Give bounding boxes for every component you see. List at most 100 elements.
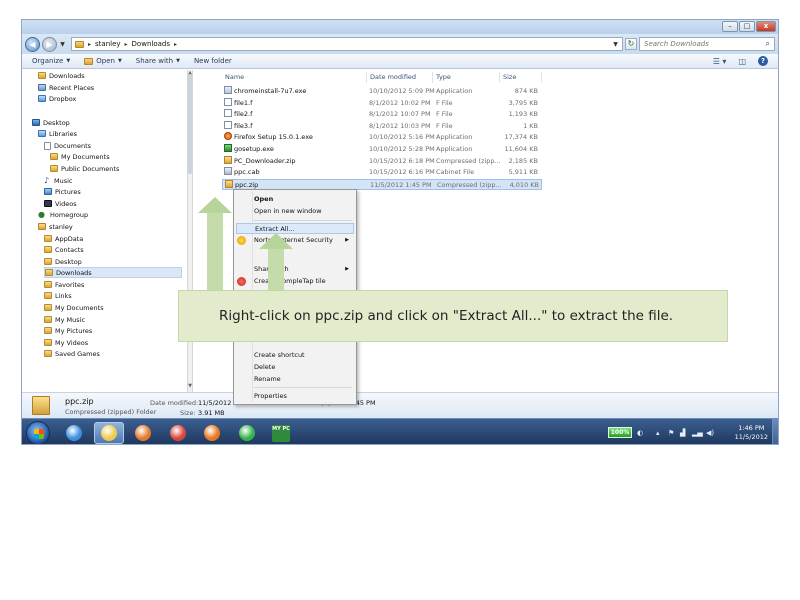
nav-item-label: Documents — [54, 141, 92, 150]
column-header-size[interactable]: Size — [500, 72, 542, 83]
taskbar-button[interactable]: MY PC — [266, 422, 296, 444]
file-row[interactable]: Firefox Setup 15.0.1.exe 10/10/2012 5:16 … — [222, 132, 542, 143]
menu-item[interactable]: Delete — [236, 362, 354, 373]
nav-item[interactable]: stanley — [38, 221, 73, 232]
file-date: 10/15/2012 6:18 PM — [369, 156, 435, 165]
nav-item[interactable]: Videos — [44, 198, 77, 209]
file-row[interactable]: ppc.cab 10/15/2012 6:16 PM Cabinet File 5,9… — [222, 167, 542, 178]
file-row[interactable]: file3.f 8/1/2012 10:03 PM F File 1 KB — [222, 120, 542, 132]
nav-item[interactable]: Desktop — [32, 117, 70, 128]
nav-item[interactable]: My Documents — [44, 302, 104, 313]
start-button[interactable] — [26, 421, 50, 444]
file-row[interactable]: gosetup.exe 10/10/2012 5:28 PM Application… — [222, 144, 542, 155]
details-date-modified-label: Date modified: — [150, 399, 199, 407]
nav-item[interactable]: Documents — [44, 140, 91, 151]
back-button[interactable]: ◀ — [25, 36, 40, 52]
volume-icon[interactable]: ◀) — [706, 429, 714, 437]
show-hidden-icons[interactable]: ▴ — [656, 429, 660, 437]
column-header-type[interactable]: Type — [433, 72, 500, 83]
nav-item[interactable]: My Documents — [50, 151, 110, 162]
refresh-button[interactable]: ↻ — [625, 38, 637, 50]
instruction-text: Right-click on ppc.zip and click on "Ext… — [219, 308, 674, 324]
nav-item[interactable]: Dropbox — [38, 93, 76, 104]
open-label: Open — [96, 57, 115, 65]
nav-item[interactable]: ♪ Music — [44, 175, 73, 186]
menu-item[interactable]: Create shortcut — [236, 350, 354, 361]
nav-item[interactable]: Downloads — [38, 70, 85, 81]
nav-item[interactable]: Links — [44, 290, 72, 301]
nav-item[interactable]: Favorites — [44, 279, 84, 290]
forward-button[interactable]: ▶ — [42, 36, 57, 52]
show-desktop-button[interactable] — [772, 419, 778, 444]
recent-pages-dropdown[interactable]: ▼ — [59, 41, 66, 48]
address-bar[interactable]: ▸ stanley ▸ Downloads ▸ ▼ — [71, 37, 623, 51]
navigation-scrollbar[interactable]: ▲ ▼ — [187, 70, 193, 392]
nav-item[interactable]: Saved Games — [44, 348, 100, 359]
file-row[interactable]: file2.f 8/1/2012 10:07 PM F File 1,193 KB — [222, 109, 542, 120]
navigation-pane: ★FavoritesDesktopDownloadsRecent PlacesD… — [22, 70, 187, 392]
menu-item[interactable]: Properties — [236, 391, 354, 402]
nav-item[interactable]: My Music — [44, 314, 85, 325]
open-button[interactable]: Open ▼ — [84, 57, 122, 65]
nav-item[interactable]: Public Documents — [50, 163, 119, 174]
close-button[interactable]: x — [756, 21, 776, 32]
view-controls: ☰ ▾ ◫ ? — [713, 56, 768, 66]
maximize-button[interactable]: □ — [739, 21, 755, 32]
organize-button[interactable]: Organize ▼ — [32, 57, 70, 65]
column-header-date-modified[interactable]: Date modified — [367, 72, 433, 83]
taskbar-button[interactable] — [128, 422, 158, 444]
search-input[interactable] — [644, 40, 754, 48]
taskbar-button[interactable] — [163, 422, 193, 444]
green-file-icon — [224, 144, 232, 152]
nav-item[interactable]: Recent Places — [38, 82, 94, 93]
file-row[interactable]: file1.f 8/1/2012 10:02 PM F File 3,795 KB — [222, 97, 542, 109]
scroll-down-icon[interactable]: ▼ — [188, 383, 192, 389]
action-center-icon[interactable]: ⚑ — [668, 429, 674, 437]
instruction-arrow — [198, 197, 232, 291]
file-row[interactable]: chromeinstall-7u7.exe 10/10/2012 5:09 PM A… — [222, 86, 542, 97]
help-icon[interactable]: ? — [758, 56, 768, 66]
taskbar-button[interactable] — [93, 422, 124, 444]
menu-item[interactable]: Share with▶ — [236, 264, 354, 275]
nav-item-label: AppData — [55, 234, 84, 243]
breadcrumb-stanley[interactable]: stanley — [95, 40, 121, 48]
clock[interactable]: 1:46 PM 11/5/2012 — [735, 424, 768, 442]
menu-item[interactable]: Create CompleTap tile — [236, 276, 354, 287]
menu-item[interactable]: Norton Internet Security ▶ — [236, 235, 354, 246]
nav-item[interactable]: Downloads — [44, 267, 182, 278]
new-folder-button[interactable]: New folder — [194, 57, 232, 65]
file-row[interactable]: PC_Downloader.zip 10/15/2012 6:18 PM Compr… — [222, 155, 542, 167]
share-with-button[interactable]: Share with ▼ — [136, 57, 180, 65]
network-icon[interactable]: ▟ — [680, 429, 685, 437]
nav-item[interactable]: Contacts — [44, 244, 84, 255]
breadcrumb-downloads[interactable]: Downloads — [132, 40, 170, 48]
taskbar-button[interactable] — [197, 422, 227, 444]
search-box[interactable]: ⌕ — [639, 37, 775, 51]
menu-item[interactable]: Extract All... — [236, 223, 354, 234]
file-name: chromeinstall-7u7.exe — [234, 87, 307, 95]
minimize-button[interactable]: – — [722, 21, 738, 32]
change-view-icon[interactable]: ☰ ▾ — [713, 57, 727, 66]
nav-item[interactable]: Desktop — [44, 256, 82, 267]
scrollbar-thumb[interactable] — [188, 74, 192, 174]
search-icon[interactable]: ⌕ — [766, 39, 770, 49]
signal-icon[interactable]: ▂▄ — [692, 429, 703, 437]
preview-pane-icon[interactable]: ◫ — [738, 57, 746, 66]
address-dropdown[interactable]: ▼ — [612, 41, 619, 48]
nav-item[interactable]: My Pictures — [44, 325, 92, 336]
nav-item[interactable]: My Videos — [44, 337, 88, 348]
nav-item[interactable]: AppData — [44, 233, 83, 244]
taskbar-button[interactable] — [59, 422, 89, 444]
column-header-name[interactable]: Name — [222, 72, 367, 83]
menu-item[interactable]: Open in new window — [236, 206, 354, 217]
nav-item[interactable]: Pictures — [44, 186, 81, 197]
battery-indicator[interactable]: 100% — [608, 427, 632, 438]
taskbar-button[interactable] — [232, 422, 262, 444]
nav-item[interactable]: Libraries — [38, 128, 77, 139]
nav-item[interactable]: ● Homegroup — [38, 209, 88, 220]
menu-item[interactable]: Rename — [236, 374, 354, 385]
folder-icon — [50, 153, 58, 160]
tray-app-icon[interactable]: ◐ — [637, 429, 643, 437]
menu-item[interactable]: Open — [236, 194, 354, 205]
details-size-label: Size: — [180, 409, 196, 417]
